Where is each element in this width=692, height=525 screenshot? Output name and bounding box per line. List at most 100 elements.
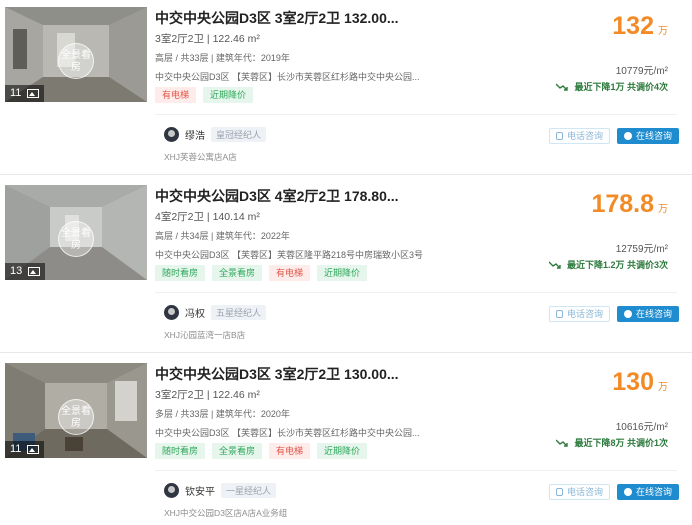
price-drop-text: 最近下降1.2万 共调价3次 bbox=[566, 260, 668, 270]
agent-avatar bbox=[164, 483, 179, 498]
agent-info[interactable]: 钦安平 一星经纪人 bbox=[164, 483, 277, 498]
floor-info: 多层 / 共33层 | 建筑年代：2020年 bbox=[155, 409, 290, 419]
agent-avatar bbox=[164, 127, 179, 142]
listing-title[interactable]: 中交中央公园D3区 3室2厅2卫 130.00... bbox=[155, 364, 399, 384]
floor-info: 高层 / 共34层 | 建筑年代：2022年 bbox=[155, 231, 290, 241]
price-value: 178.8 bbox=[591, 190, 654, 218]
listing-photo[interactable]: 全景看房 13 bbox=[5, 185, 147, 280]
tag-price-cut: 近期降价 bbox=[203, 87, 254, 103]
vr-label: 全景看房 bbox=[61, 406, 91, 429]
price-drop-info: 最近下降8万 共调价1次 bbox=[556, 436, 668, 449]
card-separator bbox=[0, 174, 692, 175]
image-count-badge: 11 bbox=[5, 85, 45, 102]
tag-elevator: 有电梯 bbox=[269, 265, 311, 281]
tag-list: 有电梯 近期降价 bbox=[155, 87, 254, 103]
listing-title[interactable]: 中交中央公园D3区 4室2厅2卫 178.80... bbox=[155, 186, 399, 206]
phone-consult-button[interactable]: 电话咨询 bbox=[549, 306, 610, 322]
vr-tour-icon[interactable]: 全景看房 bbox=[58, 43, 94, 79]
unit-price: 12759元/m² bbox=[615, 244, 668, 255]
tag-elevator: 有电梯 bbox=[155, 87, 197, 103]
agent-name: 冯权 bbox=[185, 309, 205, 320]
divider bbox=[155, 470, 677, 471]
agent-badge: 一星经纪人 bbox=[221, 483, 277, 498]
agent-info[interactable]: 缪浩 皇冠经纪人 bbox=[164, 127, 267, 142]
picture-icon bbox=[27, 445, 40, 454]
phone-consult-button[interactable]: 电话咨询 bbox=[549, 484, 610, 500]
layout-info: 4室2厅2卫 | 140.14 m² bbox=[155, 211, 260, 223]
phone-label: 电话咨询 bbox=[566, 487, 603, 497]
vr-label: 全景看房 bbox=[61, 50, 91, 73]
image-count: 11 bbox=[10, 87, 22, 99]
listing-card[interactable]: 全景看房 13 中交中央公园D3区 4室2厅2卫 178.80... 4室2厅2… bbox=[0, 178, 692, 353]
divider bbox=[155, 114, 677, 115]
price-unit: 万 bbox=[658, 26, 668, 37]
tag-price-cut: 近期降价 bbox=[317, 265, 368, 281]
phone-icon bbox=[556, 488, 563, 496]
image-count-badge: 11 bbox=[5, 441, 45, 458]
unit-price: 10616元/m² bbox=[615, 422, 668, 433]
price-value: 132 bbox=[612, 12, 654, 40]
tag-elevator: 有电梯 bbox=[269, 443, 311, 459]
chat-label: 在线咨询 bbox=[635, 131, 672, 141]
online-consult-button[interactable]: 在线咨询 bbox=[617, 306, 679, 322]
chat-label: 在线咨询 bbox=[635, 487, 672, 497]
trend-down-icon bbox=[548, 261, 561, 269]
floor-info: 高层 / 共33层 | 建筑年代：2019年 bbox=[155, 53, 290, 63]
online-consult-button[interactable]: 在线咨询 bbox=[617, 484, 679, 500]
chat-label: 在线咨询 bbox=[635, 309, 672, 319]
agent-badge: 五星经纪人 bbox=[211, 305, 267, 320]
phone-label: 电话咨询 bbox=[566, 131, 603, 141]
price-unit: 万 bbox=[658, 382, 668, 393]
price-drop-info: 最近下降1.2万 共调价3次 bbox=[548, 258, 668, 271]
vr-label: 全景看房 bbox=[61, 228, 91, 251]
agent-name: 钦安平 bbox=[185, 487, 215, 498]
online-consult-button[interactable]: 在线咨询 bbox=[617, 128, 679, 144]
agent-badge: 皇冠经纪人 bbox=[211, 127, 267, 142]
phone-consult-button[interactable]: 电话咨询 bbox=[549, 128, 610, 144]
phone-icon bbox=[556, 132, 563, 140]
chat-icon bbox=[624, 488, 632, 496]
listing-photo[interactable]: 全景看房 11 bbox=[5, 363, 147, 458]
chat-icon bbox=[624, 132, 632, 140]
tag-list: 随时看房 全景看房 有电梯 近期降价 bbox=[155, 265, 368, 281]
listing-photo[interactable]: 全景看房 11 bbox=[5, 7, 147, 102]
card-separator bbox=[0, 352, 692, 353]
agent-info[interactable]: 冯权 五星经纪人 bbox=[164, 305, 267, 320]
vr-tour-icon[interactable]: 全景看房 bbox=[58, 399, 94, 435]
agent-avatar bbox=[164, 305, 179, 320]
picture-icon bbox=[27, 89, 40, 98]
price-drop-text: 最近下降1万 共调价4次 bbox=[574, 82, 668, 92]
picture-icon bbox=[28, 267, 41, 276]
image-count-badge: 13 bbox=[5, 263, 46, 280]
agent-name: 缪浩 bbox=[185, 131, 205, 142]
address: 中交中央公园D3区 【芙蓉区】长沙市芙蓉区红杉路中交中央公园... bbox=[155, 428, 420, 438]
vr-tour-icon[interactable]: 全景看房 bbox=[58, 221, 94, 257]
listing-card[interactable]: 全景看房 11 中交中央公园D3区 3室2厅2卫 130.00... 3室2厅2… bbox=[0, 356, 692, 525]
tag-list: 随时看房 全景看房 有电梯 近期降价 bbox=[155, 443, 368, 459]
listing-card[interactable]: 全景看房 11 中交中央公园D3区 3室2厅2卫 132.00... 3室2厅2… bbox=[0, 0, 692, 175]
image-count: 13 bbox=[10, 265, 23, 277]
price-drop-text: 最近下降8万 共调价1次 bbox=[574, 438, 668, 448]
trend-down-icon bbox=[556, 83, 569, 91]
chat-icon bbox=[624, 310, 632, 318]
store-name: XHJ芙蓉公寓店A店 bbox=[164, 152, 237, 162]
tag-vr-tour: 全景看房 bbox=[212, 443, 263, 459]
tag-viewing-anytime: 随时看房 bbox=[155, 265, 206, 281]
store-name: XHJ中交公园D3区店A店A业务组 bbox=[164, 508, 288, 518]
layout-info: 3室2厅2卫 | 122.46 m² bbox=[155, 33, 260, 45]
total-price: 178.8 万 bbox=[591, 190, 668, 219]
tag-price-cut: 近期降价 bbox=[317, 443, 368, 459]
listing-title[interactable]: 中交中央公园D3区 3室2厅2卫 132.00... bbox=[155, 8, 399, 28]
image-count: 11 bbox=[10, 443, 22, 455]
address: 中交中央公园D3区 【芙蓉区】芙蓉区隆平路218号中房瑞致小区3号 bbox=[155, 250, 424, 260]
trend-down-icon bbox=[556, 439, 569, 447]
store-name: XHJ沁园蓝湾一店B店 bbox=[164, 330, 246, 340]
address: 中交中央公园D3区 【芙蓉区】长沙市芙蓉区红杉路中交中央公园... bbox=[155, 72, 420, 82]
price-value: 130 bbox=[612, 368, 654, 396]
phone-label: 电话咨询 bbox=[566, 309, 603, 319]
price-unit: 万 bbox=[658, 204, 668, 215]
total-price: 130 万 bbox=[612, 368, 668, 397]
total-price: 132 万 bbox=[612, 12, 668, 41]
phone-icon bbox=[556, 310, 563, 318]
layout-info: 3室2厅2卫 | 122.46 m² bbox=[155, 389, 260, 401]
